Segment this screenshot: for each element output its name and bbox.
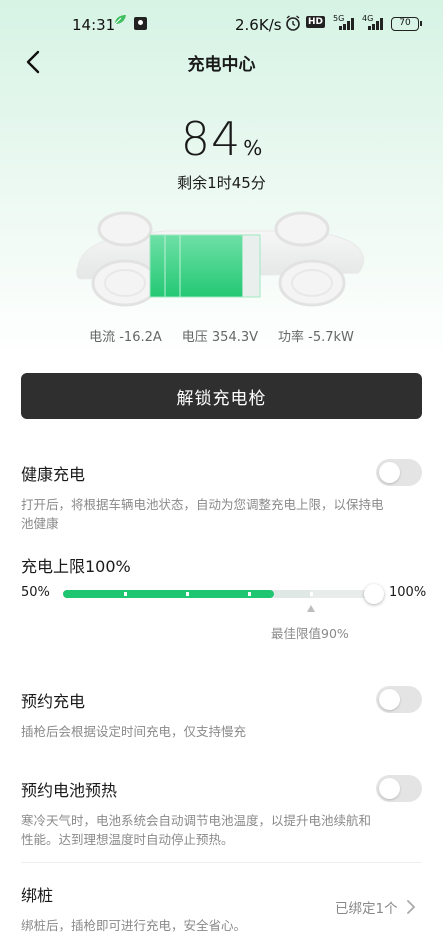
battery-level-fill [150, 235, 243, 297]
slider-tick [310, 592, 313, 596]
battery-preheat-desc: 寒冷天气时，电池系统会自动调节电池温度，以提升电池续航和性能。达到理想温度时自动… [21, 813, 372, 847]
healthy-charging-desc: 打开后，将根据车辆电池状态，自动为您调整充电上限，以保持电池健康 [21, 497, 384, 531]
divider [21, 862, 422, 863]
reserve-charging-desc: 插枪后会根据设定时间充电，仅支持慢充 [21, 724, 247, 739]
limit-max-label: 100% [389, 585, 427, 600]
power-value: 功率 -5.7kW [278, 330, 354, 345]
signal-4g-icon: 4G [362, 14, 388, 32]
app-notification-icon [134, 17, 147, 30]
battery-preheat-title: 预约电池预热 [21, 781, 118, 800]
battery-icon: 70 [391, 17, 422, 31]
slider-tick [186, 592, 189, 596]
reserve-charging-toggle[interactable] [376, 686, 422, 713]
signal-5g-icon: 5G [333, 14, 359, 32]
healthy-charging-toggle[interactable] [376, 459, 422, 486]
charge-limit-slider[interactable] [63, 590, 374, 598]
bind-charger-desc: 绑桩后，插枪即可进行充电，安全省心。 [21, 918, 247, 933]
car-battery-illustration [76, 211, 365, 307]
bind-charger-status[interactable]: 已绑定1个 [335, 897, 398, 917]
best-limit-marker-icon [307, 605, 315, 612]
network-speed: 2.6K/s [235, 16, 282, 34]
leaf-icon [114, 15, 126, 25]
unlock-charging-gun-button[interactable]: 解锁充电枪 [21, 373, 422, 419]
battery-preheat-toggle[interactable] [376, 775, 422, 802]
healthy-charging-title: 健康充电 [21, 465, 86, 484]
alarm-icon [286, 15, 300, 31]
remaining-time: 剩余1时45分 [177, 174, 266, 192]
slider-tick [248, 592, 251, 596]
status-time: 14:31 [72, 16, 116, 34]
voltage-value: 电压 354.3V [181, 330, 259, 345]
slider-best-zone [274, 590, 310, 598]
status-bar: 14:31 2.6K/s HD 5G 4G 70 [0, 0, 443, 48]
limit-min-label: 50% [21, 585, 50, 600]
best-limit-label: 最佳限值90% [271, 626, 349, 641]
charge-limit-title: 充电上限100% [21, 557, 131, 576]
reserve-charging-title: 预约充电 [21, 692, 86, 711]
slider-tick [124, 592, 127, 596]
charging-metrics: 电流 -16.2A 电压 354.3V 功率 -5.7kW [0, 326, 443, 345]
page-title: 充电中心 [187, 55, 256, 75]
charge-percent: 84% [0, 112, 443, 166]
chevron-right-icon[interactable] [406, 900, 416, 914]
current-value: 电流 -16.2A [89, 330, 162, 345]
hd-icon: HD [306, 16, 326, 28]
charge-percent-value: 84 [180, 112, 242, 166]
bind-charger-title: 绑桩 [21, 886, 54, 905]
slider-fill [63, 590, 274, 598]
charge-percent-unit: % [243, 136, 263, 160]
slider-thumb[interactable] [364, 584, 384, 604]
